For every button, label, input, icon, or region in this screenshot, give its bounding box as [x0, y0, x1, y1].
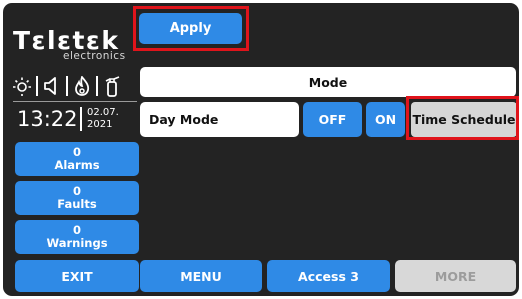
warnings-label: Warnings	[46, 236, 108, 250]
date-year: 2021	[87, 119, 113, 130]
icon-separator	[66, 76, 68, 96]
clock-date: 02.07. 2021	[87, 107, 119, 131]
mode-on-button[interactable]: ON	[366, 102, 405, 137]
icon-separator	[36, 76, 38, 96]
divider	[13, 101, 137, 102]
fire-extinguisher-icon	[101, 75, 123, 97]
date-day-month: 02.07.	[87, 107, 119, 118]
brand-tagline: electronics	[63, 50, 126, 62]
sun-icon	[11, 75, 33, 97]
faults-label: Faults	[57, 197, 97, 211]
clock-separator	[80, 107, 82, 131]
alarms-label: Alarms	[54, 158, 100, 172]
clock-time: 13:22	[17, 107, 78, 131]
flame-icon	[71, 75, 93, 97]
apply-highlight-frame	[133, 6, 249, 51]
mode-header: Mode	[140, 67, 516, 97]
time-schedule-highlight-frame	[406, 96, 519, 140]
icon-separator	[96, 76, 98, 96]
mode-value-field: Day Mode	[140, 102, 299, 137]
speaker-icon	[41, 75, 63, 97]
more-button[interactable]: MORE	[395, 260, 516, 292]
control-panel-screen: Tεlεtεk electronics 13:22 02.07. 2021 0 …	[3, 3, 519, 296]
exit-button[interactable]: EXIT	[15, 260, 139, 292]
status-icon-bar	[11, 73, 139, 99]
mode-off-button[interactable]: OFF	[303, 102, 362, 137]
warnings-counter-button[interactable]: 0 Warnings	[15, 220, 139, 254]
faults-counter-button[interactable]: 0 Faults	[15, 181, 139, 215]
access-level-button[interactable]: Access 3	[267, 260, 390, 292]
alarms-counter-button[interactable]: 0 Alarms	[15, 142, 139, 176]
menu-button[interactable]: MENU	[140, 260, 262, 292]
